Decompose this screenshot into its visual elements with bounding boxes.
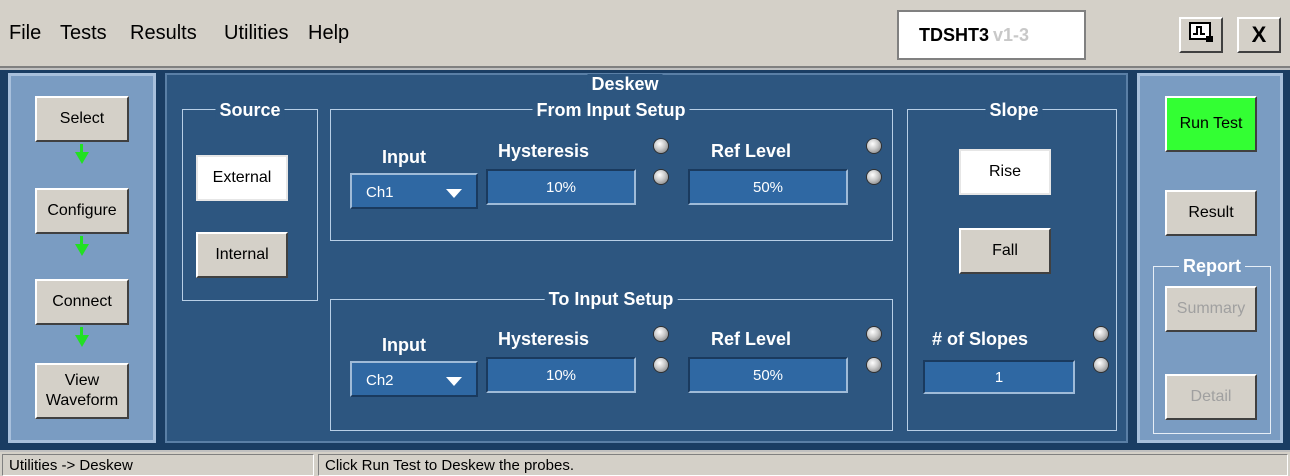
menu-utilities[interactable]: Utilities: [224, 22, 288, 45]
from-hysteresis-knob-down-icon[interactable]: [654, 170, 668, 184]
result-button[interactable]: Result: [1165, 190, 1257, 236]
status-message: Click Run Test to Deskew the probes.: [318, 454, 1288, 476]
left-nav-panel: Select Configure Connect View Waveform: [8, 73, 156, 443]
run-test-button[interactable]: Run Test: [1165, 96, 1257, 152]
to-ref-level-field[interactable]: 50%: [688, 357, 848, 393]
app-title: TDSHT3: [919, 24, 990, 45]
waveform-minimize-icon: [1188, 21, 1214, 49]
flow-arrow-down-icon: [75, 152, 89, 164]
menubar: File Tests Results Utilities Help TDSHT3…: [0, 0, 1290, 68]
deskew-panel: Deskew Source External Internal From Inp…: [165, 73, 1128, 443]
num-slopes-knob-down-icon[interactable]: [1094, 358, 1108, 372]
from-input-setup-title: From Input Setup: [532, 100, 690, 121]
close-icon: X: [1251, 22, 1267, 47]
to-input-label: Input: [382, 335, 426, 355]
menu-help[interactable]: Help: [308, 22, 349, 45]
to-ref-level-label: Ref Level: [711, 329, 792, 349]
to-hysteresis-knob-down-icon[interactable]: [654, 358, 668, 372]
flow-arrow-down-icon: [75, 335, 89, 347]
menu-results[interactable]: Results: [130, 22, 197, 45]
from-ref-level-knob-down-icon[interactable]: [867, 170, 881, 184]
configure-button[interactable]: Configure: [35, 188, 129, 234]
summary-button[interactable]: Summary: [1165, 286, 1257, 332]
select-button[interactable]: Select: [35, 96, 129, 142]
right-nav-panel: Run Test Result Report Summary Detail: [1137, 73, 1283, 443]
report-title: Report: [1179, 256, 1245, 277]
num-slopes-label: # of Slopes: [932, 329, 1029, 349]
from-input-label: Input: [382, 147, 426, 167]
to-input-value: Ch2: [366, 372, 394, 389]
app-version: v1-3: [993, 24, 1030, 45]
minimize-button[interactable]: [1179, 17, 1223, 53]
from-ref-level-field[interactable]: 50%: [688, 169, 848, 205]
app-title-box: TDSHT3 v1-3: [897, 10, 1086, 60]
to-hysteresis-knob-up-icon[interactable]: [654, 327, 668, 341]
to-hysteresis-field[interactable]: 10%: [486, 357, 636, 393]
source-external-button[interactable]: External: [196, 155, 288, 201]
flow-arrow-stem: [80, 144, 83, 152]
deskew-title: Deskew: [587, 74, 663, 95]
from-input-dropdown[interactable]: Ch1: [350, 173, 478, 209]
menu-file[interactable]: File: [9, 22, 41, 45]
num-slopes-field[interactable]: 1: [923, 360, 1075, 394]
slope-rise-button[interactable]: Rise: [959, 149, 1051, 195]
from-hysteresis-label: Hysteresis: [498, 141, 590, 161]
view-waveform-button[interactable]: View Waveform: [35, 363, 129, 419]
status-path: Utilities -> Deskew: [2, 454, 314, 476]
flow-arrow-down-icon: [75, 244, 89, 256]
from-hysteresis-field[interactable]: 10%: [486, 169, 636, 205]
connect-button[interactable]: Connect: [35, 279, 129, 325]
close-button[interactable]: X: [1237, 17, 1281, 53]
to-ref-level-knob-up-icon[interactable]: [867, 327, 881, 341]
source-internal-button[interactable]: Internal: [196, 232, 288, 278]
chevron-down-icon: [446, 377, 462, 386]
to-input-setup-title: To Input Setup: [544, 289, 678, 310]
chevron-down-icon: [446, 189, 462, 198]
slope-fall-button[interactable]: Fall: [959, 228, 1051, 274]
from-hysteresis-knob-up-icon[interactable]: [654, 139, 668, 153]
from-input-value: Ch1: [366, 184, 394, 201]
to-input-dropdown[interactable]: Ch2: [350, 361, 478, 397]
to-hysteresis-label: Hysteresis: [498, 329, 590, 349]
from-ref-level-label: Ref Level: [711, 141, 792, 161]
status-bar: Utilities -> Deskew Click Run Test to De…: [0, 452, 1290, 476]
slope-title: Slope: [985, 100, 1043, 121]
num-slopes-knob-up-icon[interactable]: [1094, 327, 1108, 341]
from-ref-level-knob-up-icon[interactable]: [867, 139, 881, 153]
menu-tests[interactable]: Tests: [60, 22, 107, 45]
to-ref-level-knob-down-icon[interactable]: [867, 358, 881, 372]
flow-arrow-stem: [80, 236, 83, 244]
flow-arrow-stem: [80, 327, 83, 335]
detail-button[interactable]: Detail: [1165, 374, 1257, 420]
source-title: Source: [215, 100, 285, 121]
